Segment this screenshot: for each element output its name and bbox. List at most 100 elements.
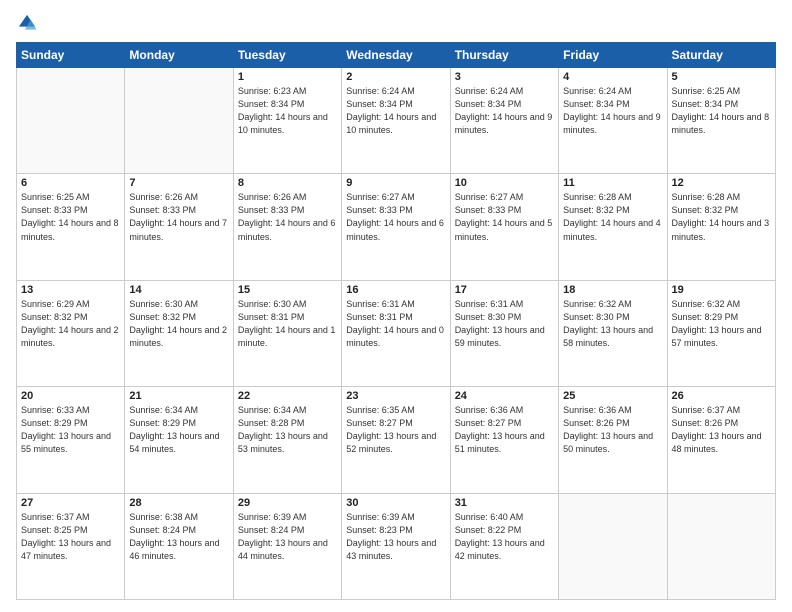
day-info: Sunrise: 6:29 AM Sunset: 8:32 PM Dayligh… [21, 298, 120, 350]
week-row-4: 27 Sunrise: 6:37 AM Sunset: 8:25 PM Dayli… [17, 493, 776, 599]
day-number: 11 [563, 177, 662, 189]
calendar-cell [125, 68, 233, 174]
calendar-cell: 18 Sunrise: 6:32 AM Sunset: 8:30 PM Dayli… [559, 280, 667, 386]
day-number: 25 [563, 390, 662, 402]
calendar-cell: 17Sunrise: 6:31 AM Sunset: 8:30 PM Dayli… [450, 280, 558, 386]
weekday-monday: Monday [125, 43, 233, 68]
day-info: Sunrise: 6:24 AM Sunset: 8:34 PM Dayligh… [346, 85, 445, 137]
week-row-1: 6Sunrise: 6:25 AM Sunset: 8:33 PM Daylig… [17, 174, 776, 280]
day-info: Sunrise: 6:28 AM Sunset: 8:32 PM Dayligh… [672, 191, 771, 243]
calendar-cell: 10Sunrise: 6:27 AM Sunset: 8:33 PM Dayli… [450, 174, 558, 280]
day-info: Sunrise: 6:34 AM Sunset: 8:28 PM Dayligh… [238, 404, 337, 456]
day-info: Sunrise: 6:26 AM Sunset: 8:33 PM Dayligh… [129, 191, 228, 243]
calendar-cell: 8 Sunrise: 6:26 AM Sunset: 8:33 PM Daylig… [233, 174, 341, 280]
day-number: 8 [238, 177, 337, 189]
calendar-cell: 26Sunrise: 6:37 AM Sunset: 8:26 PM Dayli… [667, 387, 775, 493]
day-number: 9 [346, 177, 445, 189]
calendar-cell: 28 Sunrise: 6:38 AM Sunset: 8:24 PM Dayli… [125, 493, 233, 599]
calendar-cell: 31 Sunrise: 6:40 AM Sunset: 8:22 PM Dayli… [450, 493, 558, 599]
day-info: Sunrise: 6:37 AM Sunset: 8:25 PM Dayligh… [21, 511, 120, 563]
day-number: 15 [238, 284, 337, 296]
day-number: 7 [129, 177, 228, 189]
day-info: Sunrise: 6:25 AM Sunset: 8:34 PM Dayligh… [672, 85, 771, 137]
calendar-cell: 16 Sunrise: 6:31 AM Sunset: 8:31 PM Dayli… [342, 280, 450, 386]
page: SundayMondayTuesdayWednesdayThursdayFrid… [0, 0, 792, 612]
calendar-cell [667, 493, 775, 599]
calendar-cell: 30 Sunrise: 6:39 AM Sunset: 8:23 PM Dayli… [342, 493, 450, 599]
week-row-0: 1 Sunrise: 6:23 AM Sunset: 8:34 PM Daylig… [17, 68, 776, 174]
day-number: 23 [346, 390, 445, 402]
calendar-cell: 4Sunrise: 6:24 AM Sunset: 8:34 PM Daylig… [559, 68, 667, 174]
day-info: Sunrise: 6:30 AM Sunset: 8:32 PM Dayligh… [129, 298, 228, 350]
calendar-cell: 19Sunrise: 6:32 AM Sunset: 8:29 PM Dayli… [667, 280, 775, 386]
calendar-cell: 20 Sunrise: 6:33 AM Sunset: 8:29 PM Dayli… [17, 387, 125, 493]
calendar-cell: 3 Sunrise: 6:24 AM Sunset: 8:34 PM Daylig… [450, 68, 558, 174]
calendar-cell: 2Sunrise: 6:24 AM Sunset: 8:34 PM Daylig… [342, 68, 450, 174]
day-info: Sunrise: 6:39 AM Sunset: 8:23 PM Dayligh… [346, 511, 445, 563]
day-number: 26 [672, 390, 771, 402]
weekday-header-row: SundayMondayTuesdayWednesdayThursdayFrid… [17, 43, 776, 68]
day-info: Sunrise: 6:33 AM Sunset: 8:29 PM Dayligh… [21, 404, 120, 456]
day-number: 10 [455, 177, 554, 189]
weekday-wednesday: Wednesday [342, 43, 450, 68]
day-number: 27 [21, 497, 120, 509]
day-number: 21 [129, 390, 228, 402]
day-info: Sunrise: 6:30 AM Sunset: 8:31 PM Dayligh… [238, 298, 337, 350]
calendar-cell: 13 Sunrise: 6:29 AM Sunset: 8:32 PM Dayli… [17, 280, 125, 386]
calendar-cell: 29Sunrise: 6:39 AM Sunset: 8:24 PM Dayli… [233, 493, 341, 599]
calendar-cell: 22 Sunrise: 6:34 AM Sunset: 8:28 PM Dayli… [233, 387, 341, 493]
week-row-2: 13 Sunrise: 6:29 AM Sunset: 8:32 PM Dayli… [17, 280, 776, 386]
day-info: Sunrise: 6:24 AM Sunset: 8:34 PM Dayligh… [563, 85, 662, 137]
day-info: Sunrise: 6:31 AM Sunset: 8:31 PM Dayligh… [346, 298, 445, 350]
day-number: 31 [455, 497, 554, 509]
day-info: Sunrise: 6:40 AM Sunset: 8:22 PM Dayligh… [455, 511, 554, 563]
weekday-sunday: Sunday [17, 43, 125, 68]
week-row-3: 20 Sunrise: 6:33 AM Sunset: 8:29 PM Dayli… [17, 387, 776, 493]
calendar-cell: 1 Sunrise: 6:23 AM Sunset: 8:34 PM Daylig… [233, 68, 341, 174]
day-info: Sunrise: 6:31 AM Sunset: 8:30 PM Dayligh… [455, 298, 554, 350]
day-number: 5 [672, 71, 771, 83]
calendar-cell: 27 Sunrise: 6:37 AM Sunset: 8:25 PM Dayli… [17, 493, 125, 599]
day-info: Sunrise: 6:36 AM Sunset: 8:26 PM Dayligh… [563, 404, 662, 456]
calendar-cell [559, 493, 667, 599]
calendar-cell: 23Sunrise: 6:35 AM Sunset: 8:27 PM Dayli… [342, 387, 450, 493]
weekday-tuesday: Tuesday [233, 43, 341, 68]
day-info: Sunrise: 6:28 AM Sunset: 8:32 PM Dayligh… [563, 191, 662, 243]
calendar-cell: 14 Sunrise: 6:30 AM Sunset: 8:32 PM Dayli… [125, 280, 233, 386]
day-number: 3 [455, 71, 554, 83]
day-info: Sunrise: 6:38 AM Sunset: 8:24 PM Dayligh… [129, 511, 228, 563]
calendar-cell: 7 Sunrise: 6:26 AM Sunset: 8:33 PM Daylig… [125, 174, 233, 280]
calendar-cell: 6Sunrise: 6:25 AM Sunset: 8:33 PM Daylig… [17, 174, 125, 280]
day-info: Sunrise: 6:25 AM Sunset: 8:33 PM Dayligh… [21, 191, 120, 243]
calendar-cell: 21Sunrise: 6:34 AM Sunset: 8:29 PM Dayli… [125, 387, 233, 493]
weekday-thursday: Thursday [450, 43, 558, 68]
calendar-cell: 9 Sunrise: 6:27 AM Sunset: 8:33 PM Daylig… [342, 174, 450, 280]
day-number: 14 [129, 284, 228, 296]
day-number: 29 [238, 497, 337, 509]
day-info: Sunrise: 6:32 AM Sunset: 8:29 PM Dayligh… [672, 298, 771, 350]
day-info: Sunrise: 6:32 AM Sunset: 8:30 PM Dayligh… [563, 298, 662, 350]
day-number: 28 [129, 497, 228, 509]
day-number: 1 [238, 71, 337, 83]
weekday-saturday: Saturday [667, 43, 775, 68]
day-number: 16 [346, 284, 445, 296]
day-info: Sunrise: 6:36 AM Sunset: 8:27 PM Dayligh… [455, 404, 554, 456]
calendar-cell: 11 Sunrise: 6:28 AM Sunset: 8:32 PM Dayli… [559, 174, 667, 280]
header [16, 12, 776, 34]
day-info: Sunrise: 6:27 AM Sunset: 8:33 PM Dayligh… [346, 191, 445, 243]
weekday-friday: Friday [559, 43, 667, 68]
day-info: Sunrise: 6:26 AM Sunset: 8:33 PM Dayligh… [238, 191, 337, 243]
calendar-cell [17, 68, 125, 174]
logo [16, 12, 42, 34]
day-number: 20 [21, 390, 120, 402]
day-number: 18 [563, 284, 662, 296]
calendar-cell: 24Sunrise: 6:36 AM Sunset: 8:27 PM Dayli… [450, 387, 558, 493]
day-info: Sunrise: 6:24 AM Sunset: 8:34 PM Dayligh… [455, 85, 554, 137]
logo-icon [16, 12, 38, 34]
day-info: Sunrise: 6:23 AM Sunset: 8:34 PM Dayligh… [238, 85, 337, 137]
day-number: 22 [238, 390, 337, 402]
day-number: 13 [21, 284, 120, 296]
calendar-cell: 5 Sunrise: 6:25 AM Sunset: 8:34 PM Daylig… [667, 68, 775, 174]
calendar-cell: 25 Sunrise: 6:36 AM Sunset: 8:26 PM Dayli… [559, 387, 667, 493]
day-number: 30 [346, 497, 445, 509]
